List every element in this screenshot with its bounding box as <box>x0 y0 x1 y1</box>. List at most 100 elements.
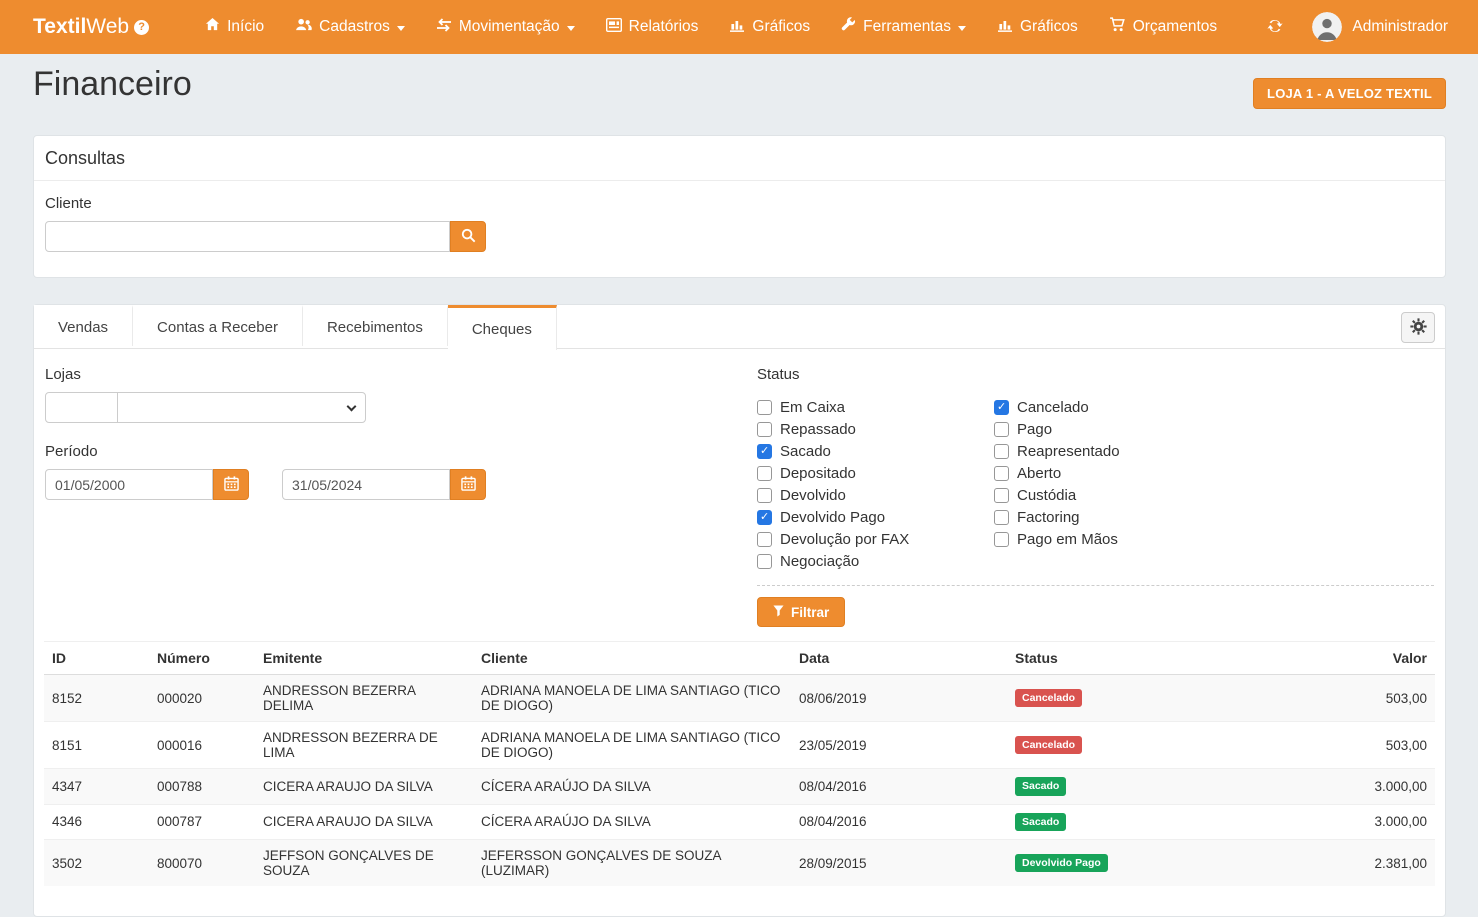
tab-recebimentos[interactable]: Recebimentos <box>303 305 448 346</box>
table-row[interactable]: 4346 000787 CICERA ARAUJO DA SILVA CÍCER… <box>44 804 1435 840</box>
cliente-input[interactable] <box>45 221 450 252</box>
date-from-calendar-button[interactable] <box>213 469 249 500</box>
cell-data: 08/04/2016 <box>791 769 1007 805</box>
exchange-icon <box>436 18 452 37</box>
cliente-search-group <box>45 221 1434 252</box>
calendar-icon <box>461 476 476 494</box>
checkbox[interactable] <box>994 422 1009 437</box>
nav-item-relatorios[interactable]: Relatórios <box>606 18 699 37</box>
checkbox[interactable] <box>757 488 772 503</box>
checkbox-label: Sacado <box>780 443 831 460</box>
cell-valor: 3.000,00 <box>1287 804 1435 840</box>
checkbox[interactable] <box>994 532 1009 547</box>
nav-item-label: Orçamentos <box>1133 18 1217 36</box>
checkbox-label: Cancelado <box>1017 399 1089 416</box>
status-checkbox-devolucao-por-fax[interactable]: Devolução por FAX <box>757 528 994 550</box>
nav-item-label: Início <box>227 18 264 36</box>
table-row[interactable]: 3502 800070 JEFFSON GONÇALVES DE SOUZA J… <box>44 840 1435 887</box>
tab-cheques[interactable]: Cheques <box>448 305 557 350</box>
brand-logo[interactable]: TextilWeb ? <box>33 15 149 39</box>
status-checkbox-em-caixa[interactable]: Em Caixa <box>757 396 994 418</box>
status-checkbox-cancelado[interactable]: Cancelado <box>994 396 1120 418</box>
checkbox[interactable] <box>757 510 772 525</box>
checkbox-label: Repassado <box>780 421 856 438</box>
status-checkbox-reapresentado[interactable]: Reapresentado <box>994 440 1120 462</box>
periodo-label: Período <box>45 443 757 460</box>
cell-data: 08/04/2016 <box>791 804 1007 840</box>
refresh-button[interactable] <box>1266 18 1284 37</box>
cell-cliente: JEFERSSON GONÇALVES DE SOUZA (LUZIMAR) <box>473 840 791 887</box>
status-checkbox-devolvido[interactable]: Devolvido <box>757 484 994 506</box>
status-checkbox-pago-em-maos[interactable]: Pago em Mãos <box>994 528 1120 550</box>
nav-item-movimentacao[interactable]: Movimentação <box>436 18 575 37</box>
checkbox[interactable] <box>994 444 1009 459</box>
filtrar-button[interactable]: Filtrar <box>757 597 845 627</box>
date-to-input[interactable] <box>282 469 450 500</box>
nav-item-cadastros[interactable]: Cadastros <box>295 17 405 37</box>
gear-icon <box>1410 318 1427 338</box>
loja-select[interactable] <box>117 392 366 423</box>
cell-numero: 000016 <box>149 722 255 769</box>
status-checkbox-devolvido-pago[interactable]: Devolvido Pago <box>757 506 994 528</box>
status-checkbox-custodia[interactable]: Custódia <box>994 484 1120 506</box>
caret-down-icon <box>958 18 966 36</box>
table-row[interactable]: 8151 000016 ANDRESSON BEZERRA DE LIMA AD… <box>44 722 1435 769</box>
wrench-icon <box>841 17 856 37</box>
checkbox[interactable] <box>757 444 772 459</box>
status-checkbox-sacado[interactable]: Sacado <box>757 440 994 462</box>
checkbox[interactable] <box>994 466 1009 481</box>
checkbox-label: Custódia <box>1017 487 1076 504</box>
store-button[interactable]: LOJA 1 - A VELOZ TEXTIL <box>1253 78 1446 109</box>
user-icon <box>1323 19 1332 28</box>
divider <box>757 585 1434 586</box>
checkbox[interactable] <box>757 554 772 569</box>
status-checkbox-pago[interactable]: Pago <box>994 418 1120 440</box>
status-checkbox-repassado[interactable]: Repassado <box>757 418 994 440</box>
user-name[interactable]: Administrador <box>1352 18 1448 36</box>
date-from-input[interactable] <box>45 469 213 500</box>
status-checkbox-factoring[interactable]: Factoring <box>994 506 1120 528</box>
nav-item-orcamentos[interactable]: Orçamentos <box>1109 17 1217 37</box>
cell-cliente: ADRIANA MANOELA DE LIMA SANTIAGO (TICO D… <box>473 722 791 769</box>
status-checkbox-aberto[interactable]: Aberto <box>994 462 1120 484</box>
status-checkbox-depositado[interactable]: Depositado <box>757 462 994 484</box>
nav-item-label: Gráficos <box>752 18 810 36</box>
tab-contas-a-receber[interactable]: Contas a Receber <box>133 305 303 346</box>
checkbox[interactable] <box>994 488 1009 503</box>
status-badge: Sacado <box>1015 813 1066 832</box>
column-header-emitente: Emitente <box>255 642 473 675</box>
loja-code-input[interactable] <box>45 392 118 423</box>
cell-valor: 503,00 <box>1287 675 1435 722</box>
checkbox[interactable] <box>757 400 772 415</box>
table-row[interactable]: 8152 000020 ANDRESSON BEZERRA DELIMA ADR… <box>44 675 1435 722</box>
cell-data: 08/06/2019 <box>791 675 1007 722</box>
periodo-inputs <box>45 469 757 500</box>
nav-item-graficos-2[interactable]: Gráficos <box>997 18 1078 37</box>
question-circle-icon[interactable]: ? <box>134 20 149 35</box>
nav-item-graficos-1[interactable]: Gráficos <box>729 18 810 37</box>
table-row[interactable]: 4347 000788 CICERA ARAUJO DA SILVA CÍCER… <box>44 769 1435 805</box>
date-to-calendar-button[interactable] <box>450 469 486 500</box>
financeiro-tabs-panel: Vendas Contas a Receber Recebimentos Che… <box>33 304 1446 917</box>
filters-left-column: Lojas Período <box>45 366 757 627</box>
avatar[interactable] <box>1312 12 1342 42</box>
nav-item-ferramentas[interactable]: Ferramentas <box>841 17 966 37</box>
status-badge: Cancelado <box>1015 689 1082 708</box>
checkbox[interactable] <box>994 400 1009 415</box>
column-header-id: ID <box>44 642 149 675</box>
nav-item-inicio[interactable]: Início <box>205 17 264 37</box>
checkbox[interactable] <box>757 466 772 481</box>
cell-cliente: CÍCERA ARAÚJO DA SILVA <box>473 769 791 805</box>
loja-select-wrap <box>117 392 366 423</box>
nav-item-label: Cadastros <box>319 18 390 36</box>
settings-button[interactable] <box>1401 312 1435 343</box>
cliente-search-button[interactable] <box>450 221 486 252</box>
tab-vendas[interactable]: Vendas <box>34 305 133 346</box>
status-checkbox-negociacao[interactable]: Negociação <box>757 550 994 572</box>
checkbox[interactable] <box>757 532 772 547</box>
nav-menu: Início Cadastros Movimentação Relatórios… <box>205 17 1217 37</box>
checkbox[interactable] <box>757 422 772 437</box>
cell-numero: 000788 <box>149 769 255 805</box>
checkbox[interactable] <box>994 510 1009 525</box>
column-header-cliente: Cliente <box>473 642 791 675</box>
